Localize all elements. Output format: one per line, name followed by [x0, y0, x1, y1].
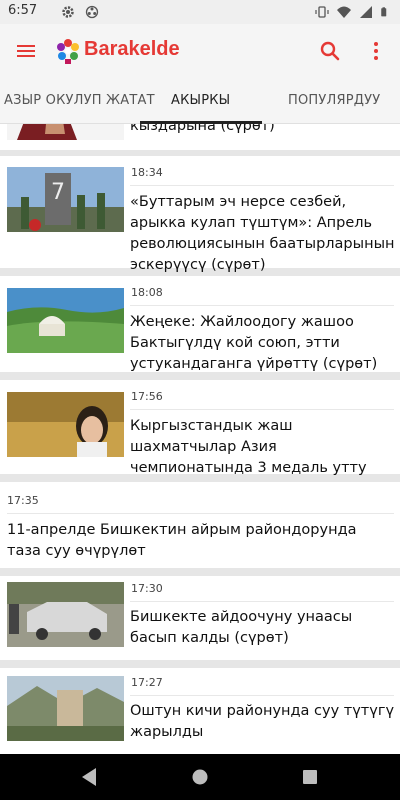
more-options-icon[interactable]	[364, 39, 388, 63]
article-title: кыздарына (сүрөт)	[130, 124, 275, 134]
status-time: 6:57	[8, 3, 38, 18]
separator	[130, 185, 394, 186]
svg-text:7: 7	[51, 180, 65, 205]
separator	[130, 695, 394, 696]
article-thumbnail	[7, 676, 124, 741]
separator	[130, 305, 394, 306]
separator	[130, 409, 394, 410]
tab-reading-now[interactable]: АЗЫР ОКУЛУП ЖАТАТ	[4, 78, 155, 124]
tab-bar: АЗЫР ОКУЛУП ЖАТАТ АКЫРКЫ ПОПУЛЯРДУУ	[0, 78, 400, 124]
list-item[interactable]: 17:27 Оштун кичи районунда суу түтүгү жа…	[0, 668, 400, 754]
article-time: 18:08	[131, 286, 163, 299]
settings-icon	[62, 6, 74, 18]
separator	[7, 513, 394, 514]
list-item[interactable]: 17:30 Бишкекте айдоочуну унаасы басып ка…	[0, 576, 400, 660]
search-icon[interactable]	[318, 39, 342, 63]
article-title: Оштун кичи районунда суу түтүгү жарылды	[130, 703, 395, 740]
menu-icon[interactable]	[14, 39, 38, 63]
wifi-icon	[337, 6, 351, 18]
article-thumbnail	[7, 124, 124, 140]
article-thumbnail	[7, 288, 124, 353]
article-title: 11-апрелде Бишкектин айрым райондорунда …	[7, 522, 357, 559]
separator	[130, 601, 394, 602]
article-time: 17:35	[7, 494, 39, 507]
tab-latest[interactable]: АКЫРКЫ	[171, 78, 230, 124]
news-feed[interactable]: кыздарына (сүрөт) 7 18:34 «Буттарым эч н…	[0, 124, 400, 754]
article-thumbnail: 7	[7, 167, 124, 232]
battery-icon	[381, 7, 387, 17]
list-item[interactable]: 7 18:34 «Буттарым эч нерсе сезбей, арыкк…	[0, 156, 400, 273]
list-item[interactable]: 17:56 Кыргызстандык жаш шахматчылар Азия…	[0, 380, 400, 476]
list-item[interactable]: кыздарына (сүрөт)	[0, 124, 400, 150]
article-time: 18:34	[131, 166, 163, 179]
list-item[interactable]: 18:08 Жеңеке: Жайлоодогу жашоо Бактыгүлд…	[0, 276, 400, 372]
article-thumbnail	[7, 392, 124, 457]
article-title: «Буттарым эч нерсе сезбей, арыкка кулап …	[130, 194, 395, 273]
home-icon[interactable]	[192, 769, 208, 785]
back-icon[interactable]	[80, 767, 98, 787]
article-time: 17:56	[131, 390, 163, 403]
article-title: Кыргызстандык жаш шахматчылар Азия чемпи…	[130, 418, 367, 476]
app-notification-icon	[85, 5, 99, 19]
list-item[interactable]: 17:35 11-апрелде Бишкектин айрым райондо…	[0, 482, 400, 568]
article-title: Жеңеке: Жайлоодогу жашоо Бактыгүлдү кой …	[130, 314, 378, 372]
system-nav-bar	[0, 754, 400, 800]
vibrate-icon	[315, 6, 329, 18]
tab-popular[interactable]: ПОПУЛЯРДУУ	[288, 78, 380, 124]
article-time: 17:27	[131, 676, 163, 689]
article-thumbnail	[7, 582, 124, 647]
article-time: 17:30	[131, 582, 163, 595]
article-title: Бишкекте айдоочуну унаасы басып калды (с…	[130, 609, 353, 646]
signal-icon	[360, 6, 372, 18]
app-title: Barakelde	[84, 38, 180, 60]
recent-apps-icon[interactable]	[303, 770, 317, 784]
barakelde-logo	[57, 39, 79, 64]
app-bar: Barakelde	[0, 24, 400, 78]
status-bar: 6:57	[0, 0, 400, 24]
